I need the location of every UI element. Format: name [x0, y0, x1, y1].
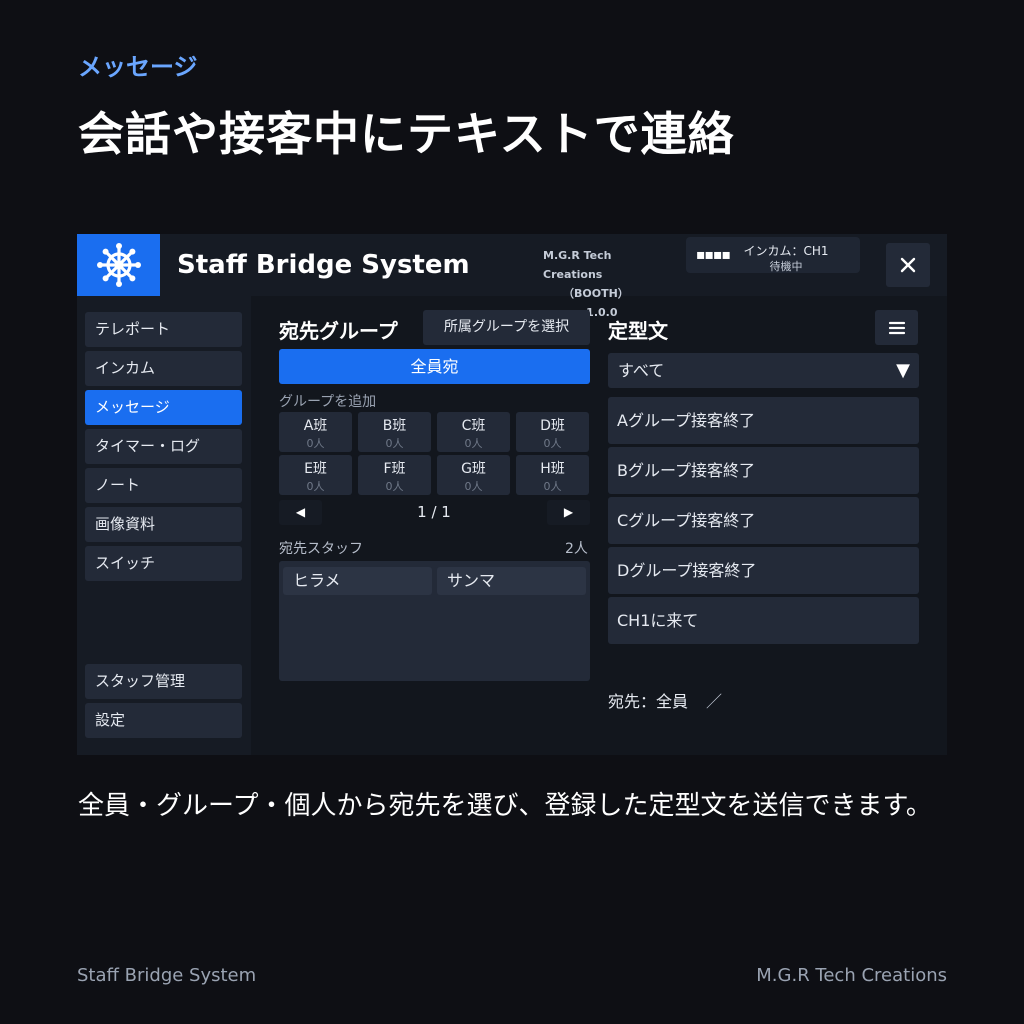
- template-item[interactable]: Aグループ接客終了: [608, 397, 919, 444]
- section-kicker: メッセージ: [78, 53, 198, 81]
- template-item[interactable]: Dグループ接客終了: [608, 547, 919, 594]
- group-button-g[interactable]: G班 0人: [437, 455, 510, 495]
- group-button-f[interactable]: F班 0人: [358, 455, 431, 495]
- group-count: 0人: [464, 437, 483, 450]
- group-count: 0人: [464, 480, 483, 493]
- intercom-state: 待機中: [769, 260, 803, 273]
- app-window: Staff Bridge System M.G.R Tech Creations…: [77, 234, 947, 755]
- destination-separator: ／: [706, 692, 723, 711]
- group-name: A班: [303, 418, 328, 434]
- close-icon: [900, 257, 916, 273]
- recipient-staff-list: ヒラメ サンマ: [279, 561, 590, 681]
- footer-company: M.G.R Tech Creations: [756, 965, 947, 986]
- recipient-group-title: 宛先グループ: [279, 319, 398, 343]
- next-page-button[interactable]: ▶: [547, 500, 590, 525]
- recipient-staff-label: 宛先スタッフ: [279, 541, 363, 557]
- group-button-a[interactable]: A班 0人: [279, 412, 352, 452]
- group-name: H班: [540, 461, 565, 477]
- booth-label: （BOOTH）: [563, 287, 629, 300]
- group-count: 0人: [306, 437, 325, 450]
- template-filter-select[interactable]: すべて ▼: [608, 353, 919, 388]
- staff-chip[interactable]: サンマ: [437, 567, 586, 595]
- recipient-staff-count: 2人: [565, 541, 588, 557]
- sidebar-item-images[interactable]: 画像資料: [85, 507, 242, 542]
- group-button-e[interactable]: E班 0人: [279, 455, 352, 495]
- destination-status: 宛先：全員 ／: [608, 688, 722, 712]
- group-button-h[interactable]: H班 0人: [516, 455, 589, 495]
- group-name: D班: [540, 418, 565, 434]
- vendor-name: M.G.R Tech Creations: [543, 249, 612, 281]
- page-indicator: 1 / 1: [417, 503, 451, 521]
- intercom-channel: インカム：CH1: [743, 244, 829, 258]
- group-button-d[interactable]: D班 0人: [516, 412, 589, 452]
- ship-wheel-icon: [96, 243, 141, 287]
- add-group-label: グループを追加: [279, 394, 377, 410]
- app-title: Staff Bridge System: [177, 250, 470, 280]
- group-count: 0人: [543, 437, 562, 450]
- all-recipients-button[interactable]: 全員宛: [279, 349, 590, 384]
- sidebar-item-intercom[interactable]: インカム: [85, 351, 242, 386]
- intercom-status[interactable]: ▪▪▪▪ インカム：CH1 待機中: [686, 237, 860, 273]
- sidebar-item-staff-admin[interactable]: スタッフ管理: [85, 664, 242, 699]
- destination-text: 宛先：全員: [608, 692, 689, 711]
- template-item[interactable]: Cグループ接客終了: [608, 497, 919, 544]
- group-name: E班: [304, 461, 327, 477]
- footer-product: Staff Bridge System: [77, 965, 257, 986]
- menu-icon: [888, 321, 905, 334]
- app-logo: [77, 234, 160, 296]
- prev-page-button[interactable]: ◀: [279, 500, 322, 525]
- page-title: 会話や接客中にテキストで連絡: [78, 107, 735, 161]
- group-count: 0人: [306, 480, 325, 493]
- feature-description: 全員・グループ・個人から宛先を選び、登録した定型文を送信できます。: [78, 791, 932, 821]
- group-name: G班: [461, 461, 486, 477]
- sidebar: テレポート インカム メッセージ タイマー・ログ ノート 画像資料 スイッチ ス…: [77, 296, 251, 755]
- template-title: 定型文: [608, 319, 668, 343]
- sidebar-item-switch[interactable]: スイッチ: [85, 546, 242, 581]
- group-name: F班: [383, 461, 406, 477]
- sidebar-item-timer-log[interactable]: タイマー・ログ: [85, 429, 242, 464]
- group-count: 0人: [385, 437, 404, 450]
- sidebar-item-teleport[interactable]: テレポート: [85, 312, 242, 347]
- group-button-c[interactable]: C班 0人: [437, 412, 510, 452]
- dropdown-arrow-icon: ▼: [896, 360, 910, 381]
- template-item[interactable]: Bグループ接客終了: [608, 447, 919, 494]
- sidebar-item-message[interactable]: メッセージ: [85, 390, 242, 425]
- template-menu-button[interactable]: [875, 310, 918, 345]
- filter-value: すべて: [618, 361, 665, 380]
- close-button[interactable]: [886, 243, 930, 287]
- sidebar-item-settings[interactable]: 設定: [85, 703, 242, 738]
- staff-chip[interactable]: ヒラメ: [283, 567, 432, 595]
- template-item[interactable]: CH1に来て: [608, 597, 919, 644]
- group-count: 0人: [543, 480, 562, 493]
- title-bar: Staff Bridge System M.G.R Tech Creations…: [77, 234, 947, 319]
- group-button-b[interactable]: B班 0人: [358, 412, 431, 452]
- sidebar-item-note[interactable]: ノート: [85, 468, 242, 503]
- select-group-button[interactable]: 所属グループを選択: [423, 310, 590, 345]
- group-name: C班: [461, 418, 486, 434]
- group-count: 0人: [385, 480, 404, 493]
- group-name: B班: [382, 418, 407, 434]
